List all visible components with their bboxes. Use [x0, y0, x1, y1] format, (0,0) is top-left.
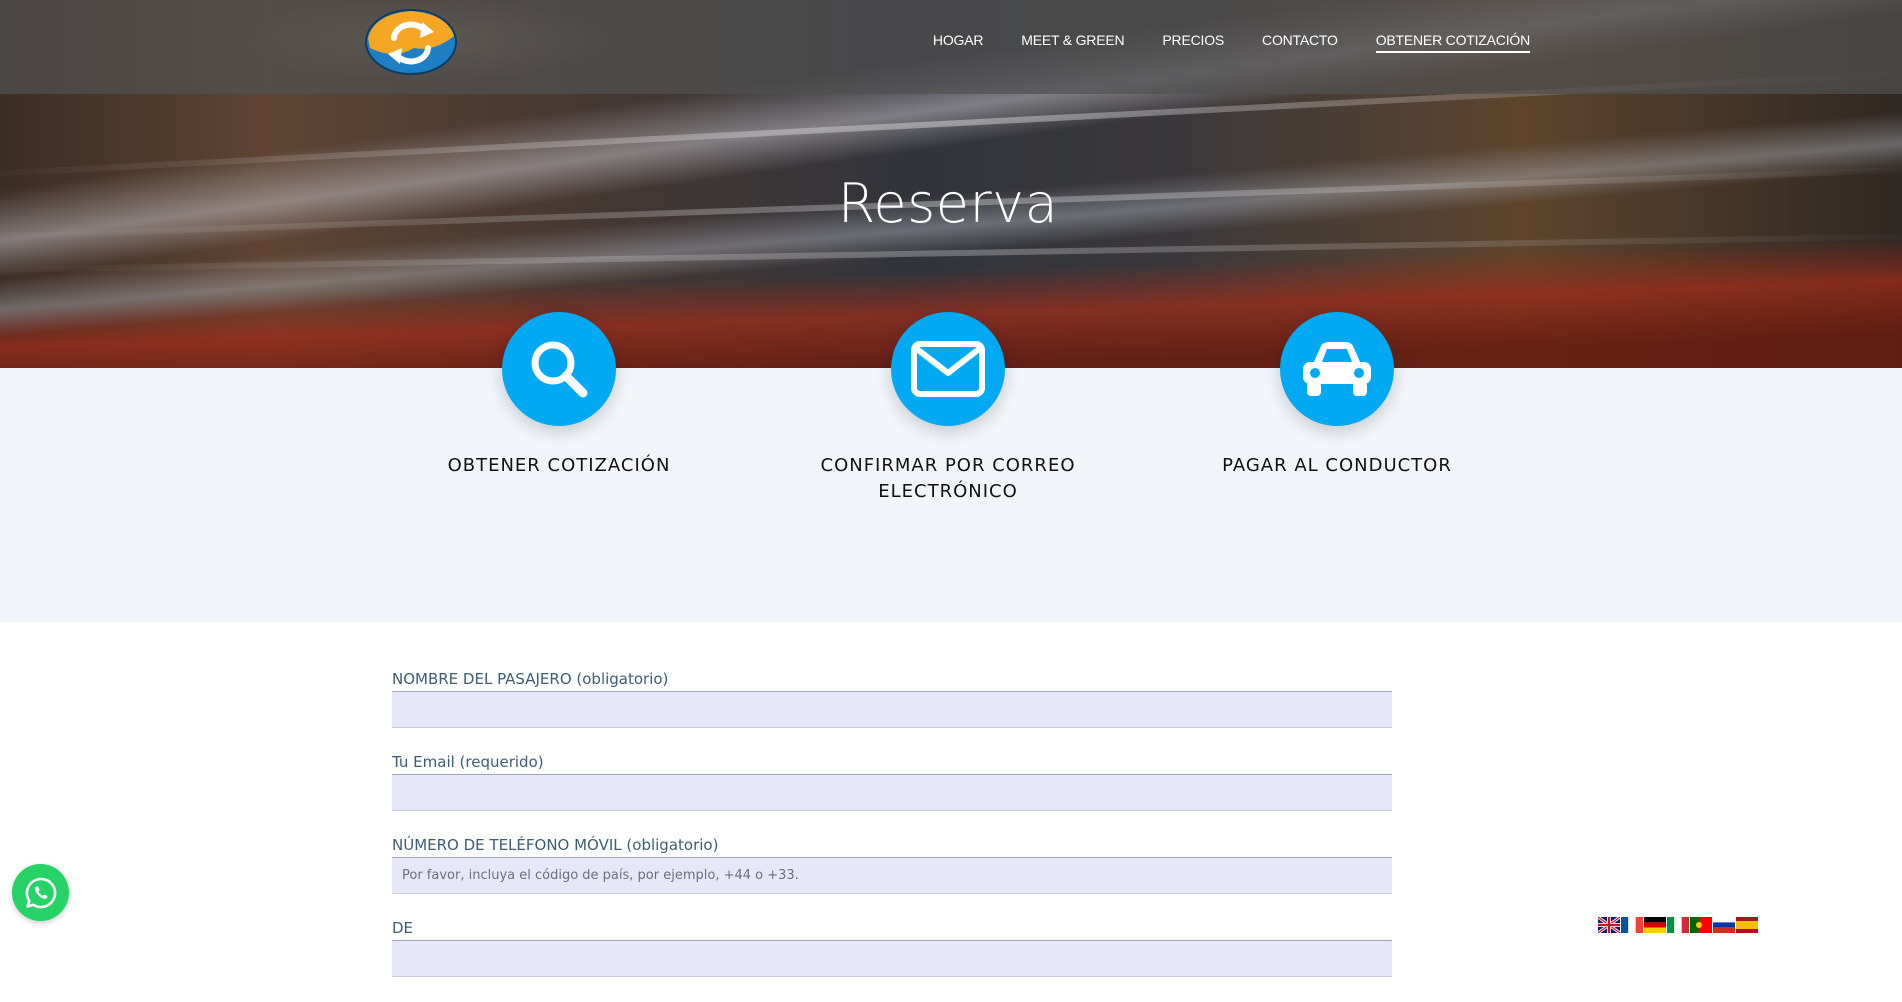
whatsapp-icon — [25, 877, 56, 908]
from-input[interactable] — [392, 940, 1392, 977]
top-navbar: HOGAR MEET & GREEN PRECIOS CONTACTO OBTE… — [0, 0, 1902, 94]
nav-item-precios[interactable]: PRECIOS — [1162, 32, 1224, 53]
step-circle — [1280, 312, 1394, 426]
passenger-name-label: NOMBRE DEL PASAJERO (obligatorio) — [392, 670, 669, 688]
german-flag-icon[interactable] — [1644, 917, 1666, 933]
step-confirm-email: CONFIRMAR POR CORREO ELECTRÓNICO — [798, 312, 1098, 505]
booking-form: NOMBRE DEL PASAJERO (obligatorio) Tu Ema… — [392, 670, 1392, 1002]
step-circle — [502, 312, 616, 426]
spanish-flag-icon[interactable] — [1736, 917, 1758, 933]
italian-flag-icon[interactable] — [1667, 917, 1689, 933]
search-icon — [531, 341, 588, 398]
nav-item-obtener-cotizacion[interactable]: OBTENER COTIZACIÓN — [1375, 32, 1530, 53]
french-flag-icon[interactable] — [1621, 917, 1643, 933]
step-label: OBTENER COTIZACIÓN — [447, 455, 671, 476]
mobile-phone-input[interactable] — [392, 857, 1392, 894]
email-input[interactable] — [392, 774, 1392, 811]
main-nav: HOGAR MEET & GREEN PRECIOS CONTACTO OBTE… — [933, 32, 1530, 53]
english-flag-icon[interactable] — [1598, 917, 1620, 933]
passenger-name-input[interactable] — [392, 691, 1392, 728]
mobile-phone-label: NÚMERO DE TELÉFONO MÓVIL (obligatorio) — [392, 836, 719, 854]
envelope-icon — [911, 341, 985, 397]
step-label: PAGAR AL CONDUCTOR — [1222, 455, 1452, 476]
email-label: Tu Email (requerido) — [392, 753, 544, 771]
car-icon — [1303, 342, 1371, 396]
russian-flag-icon[interactable] — [1713, 917, 1735, 933]
step-get-quote: OBTENER COTIZACIÓN — [409, 312, 709, 479]
nav-item-contacto[interactable]: CONTACTO — [1262, 32, 1338, 53]
whatsapp-button[interactable] — [12, 864, 69, 921]
step-label: CONFIRMAR POR CORREO ELECTRÓNICO — [820, 455, 1076, 502]
site-logo-icon[interactable] — [364, 8, 458, 76]
from-label: DE — [392, 919, 414, 937]
page-title: Reserva — [837, 172, 1059, 235]
language-selector — [1598, 917, 1758, 933]
portuguese-flag-icon[interactable] — [1690, 917, 1712, 933]
step-circle — [891, 312, 1005, 426]
step-pay-driver: PAGAR AL CONDUCTOR — [1187, 312, 1487, 479]
nav-item-hogar[interactable]: HOGAR — [933, 32, 984, 53]
nav-item-meet-green[interactable]: MEET & GREEN — [1021, 32, 1124, 53]
